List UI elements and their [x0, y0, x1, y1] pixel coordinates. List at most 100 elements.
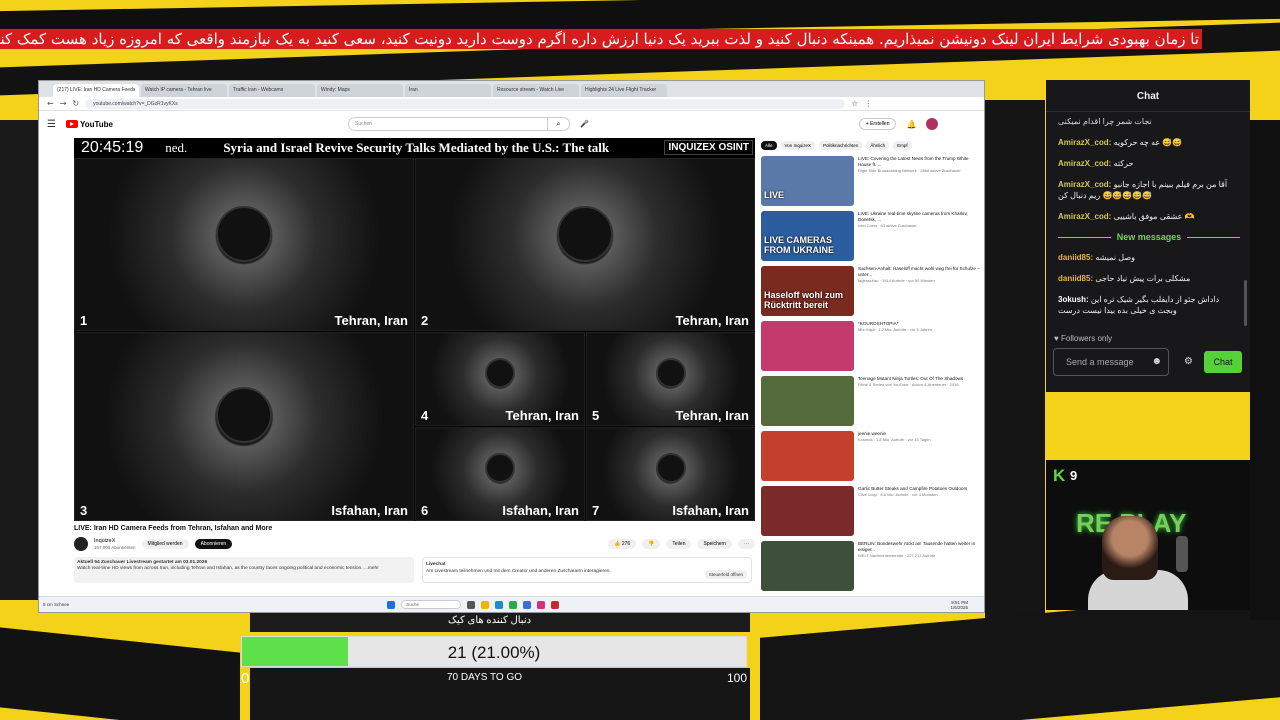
- video-thumbnail[interactable]: LIVE: [761, 156, 854, 206]
- camera-feed: 4 Tehran, Iran: [415, 332, 585, 426]
- chat-username[interactable]: daniid85:: [1058, 274, 1093, 283]
- chip[interactable]: Alle: [761, 141, 777, 150]
- reload-icon[interactable]: ↻: [72, 99, 79, 108]
- save-button[interactable]: Speichern: [697, 539, 732, 549]
- camera-lens-icon: [557, 206, 613, 263]
- browser-tab[interactable]: (217) LIVE: Iran HD Camera Feeds: [53, 84, 139, 97]
- message-text: حرکته: [1113, 159, 1134, 168]
- search-input[interactable]: Suchen: [348, 117, 548, 131]
- chip[interactable]: Von InquizeX: [780, 141, 816, 150]
- create-button[interactable]: + Erstellen: [858, 118, 897, 130]
- subscribe-button[interactable]: Abonnieren: [194, 539, 233, 549]
- chat-message: نجات شمر چرا اقدام نمیکنی: [1058, 116, 1240, 127]
- instagram-icon[interactable]: [537, 600, 546, 609]
- camera-location: Tehran, Iran: [505, 408, 579, 423]
- forward-icon[interactable]: →: [60, 99, 67, 108]
- video-thumbnail[interactable]: [761, 486, 854, 536]
- like-button[interactable]: 👍 276: [608, 539, 637, 549]
- recommendation-item[interactable]: jeenie.weenie Kosmos · 1,8 Mio. Aufrufe ·…: [761, 431, 981, 481]
- extensions-icon[interactable]: ⋮: [864, 99, 872, 108]
- camera-number: 5: [592, 408, 600, 423]
- channel-name[interactable]: InquizeX: [94, 538, 136, 545]
- browser-tab[interactable]: Iran: [405, 84, 491, 97]
- microphone-icon[interactable]: 🎤: [580, 120, 589, 128]
- gear-icon[interactable]: ⚙: [1184, 356, 1193, 367]
- recommendation-info: Teenage Mutant Ninja Turtles: Out Of The…: [858, 376, 963, 426]
- browser-tab[interactable]: Resource stream - Watch Live: [493, 84, 579, 97]
- share-button[interactable]: Teilen: [666, 539, 692, 549]
- avatar[interactable]: [926, 118, 939, 130]
- recommendation-title[interactable]: BERLIN: Bundeswehr rückt an! Tausende ha…: [858, 541, 981, 553]
- browser-tab[interactable]: Windy: Maps: [317, 84, 403, 97]
- video-thumbnail[interactable]: LIVE CAMERAS FROM UKRAINE: [761, 211, 854, 261]
- chip[interactable]: Empf: [893, 141, 912, 150]
- chip[interactable]: Politiknachrichten: [819, 141, 863, 150]
- chat-send-button[interactable]: Chat: [1204, 351, 1242, 373]
- microphone-icon: [1176, 536, 1188, 572]
- recommendation-item[interactable]: *KOUROSHTOPIA* Mia Hajdi · 1,2 Mio. Aufru…: [761, 321, 981, 371]
- chat-username[interactable]: daniid85:: [1058, 253, 1093, 262]
- goal-max: 100: [727, 671, 748, 685]
- chat-message-input[interactable]: Send a message ☻: [1053, 348, 1169, 376]
- video-player[interactable]: 1 Tehran, Iran 2 Tehran, Iran 3 Isfahan,…: [74, 138, 755, 521]
- livechat-title: Livechat: [426, 562, 446, 567]
- taskview-icon[interactable]: [467, 600, 476, 609]
- camera-number: 6: [421, 503, 429, 518]
- video-thumbnail[interactable]: [761, 431, 854, 481]
- recommendation-meta: Filme & Serien von YouTube · Action & Ab…: [858, 382, 959, 387]
- camera-number: 3: [80, 503, 88, 518]
- chip[interactable]: Ähnlich: [866, 141, 890, 150]
- recommendation-meta: WELT Nachrichtensender · 227.213 Aufrufe: [858, 553, 936, 558]
- video-thumbnail[interactable]: [761, 321, 854, 371]
- browser-tab[interactable]: Traffic Iran - Webcams: [229, 84, 315, 97]
- chat-username[interactable]: AmirazX_cod:: [1058, 138, 1111, 147]
- app-icon[interactable]: [551, 600, 560, 609]
- more-icon[interactable]: ⋯: [738, 539, 755, 549]
- back-icon[interactable]: ←: [47, 99, 54, 108]
- explorer-icon[interactable]: [481, 600, 490, 609]
- dislike-icon[interactable]: 👎: [642, 539, 661, 549]
- bell-icon[interactable]: 🔔: [906, 120, 916, 129]
- recommendation-item[interactable]: LIVE LIVE: Covering the Latest News from …: [761, 156, 981, 206]
- menu-icon[interactable]: ☰: [47, 119, 56, 130]
- join-button[interactable]: Mitglied werden: [141, 539, 189, 549]
- store-icon[interactable]: [523, 600, 532, 609]
- windows-icon[interactable]: [387, 600, 396, 609]
- recommendation-title[interactable]: LIVE: Covering the Latest News from the …: [858, 156, 981, 168]
- donation-ticker: تا زمان بهبودی شرایط ایران لینک دونیشن ن…: [0, 29, 1202, 49]
- chrome-icon[interactable]: [509, 600, 518, 609]
- recommendation-item[interactable]: LIVE CAMERAS FROM UKRAINE LIVE: Ukraine r…: [761, 211, 981, 261]
- weather-widget[interactable]: 5 cm Schnee: [43, 602, 69, 607]
- emoji-icon[interactable]: ☻: [1151, 356, 1162, 367]
- chat-scrollbar[interactable]: [1244, 280, 1247, 326]
- video-thumbnail[interactable]: [761, 541, 854, 591]
- browser-tab[interactable]: Watch IP camera - Tehran live: [141, 84, 227, 97]
- video-thumbnail[interactable]: Haseloff wohl zum Rücktritt bereit: [761, 266, 854, 316]
- subscriber-count: 157.000 Abonnenten: [94, 545, 136, 550]
- chat-username[interactable]: AmirazX_cod:: [1058, 159, 1111, 168]
- search-icon[interactable]: ⌕: [548, 117, 570, 131]
- recommendation-title[interactable]: LIVE: Ukraine real-time skyline cameras …: [858, 211, 981, 223]
- youtube-logo[interactable]: YouTube: [65, 120, 113, 129]
- recommendation-item[interactable]: Teenage Mutant Ninja Turtles: Out Of The…: [761, 376, 981, 426]
- description-box[interactable]: Aktuell 54 Zuschauer Livestream gestarte…: [74, 557, 414, 583]
- chat-message: AmirazX_cod: آقا من برم فیلم ببینم با اج…: [1058, 179, 1240, 201]
- recommendation-meta: Clive Loop · 8,8 Mio. Aufrufe · vor 4 Mo…: [858, 492, 938, 497]
- chat-username[interactable]: AmirazX_cod:: [1058, 212, 1111, 221]
- url-field[interactable]: youtube.com/watch?v=_DGzR1vyKXs: [85, 98, 846, 109]
- video-thumbnail[interactable]: [761, 376, 854, 426]
- recommendation-item[interactable]: Garlic Butter Steaks and Campfire Potato…: [761, 486, 981, 536]
- browser-tab[interactable]: Highlights 24 Live Flight Tracker: [581, 84, 667, 97]
- chat-username[interactable]: AmirazX_cod:: [1058, 180, 1111, 189]
- recommendation-info: Sachsen-Anhalt: Haseloff macht wohl weg …: [858, 266, 981, 316]
- edge-icon[interactable]: [495, 600, 504, 609]
- star-icon[interactable]: ☆: [851, 99, 858, 108]
- open-panel-button[interactable]: Steuerfeld öffnen: [704, 570, 747, 579]
- recommendation-title[interactable]: Sachsen-Anhalt: Haseloff macht wohl weg …: [858, 266, 981, 278]
- recommendation-item[interactable]: Haseloff wohl zum Rücktritt bereit Sachse…: [761, 266, 981, 316]
- webcam-overlay: K 9 RE PLAY: [1046, 460, 1250, 610]
- taskbar-search[interactable]: Suche: [401, 600, 462, 609]
- recommendation-item[interactable]: BERLIN: Bundeswehr rückt an! Tausende ha…: [761, 541, 981, 591]
- chat-username[interactable]: 3okush:: [1058, 295, 1089, 304]
- channel-avatar[interactable]: [74, 537, 88, 551]
